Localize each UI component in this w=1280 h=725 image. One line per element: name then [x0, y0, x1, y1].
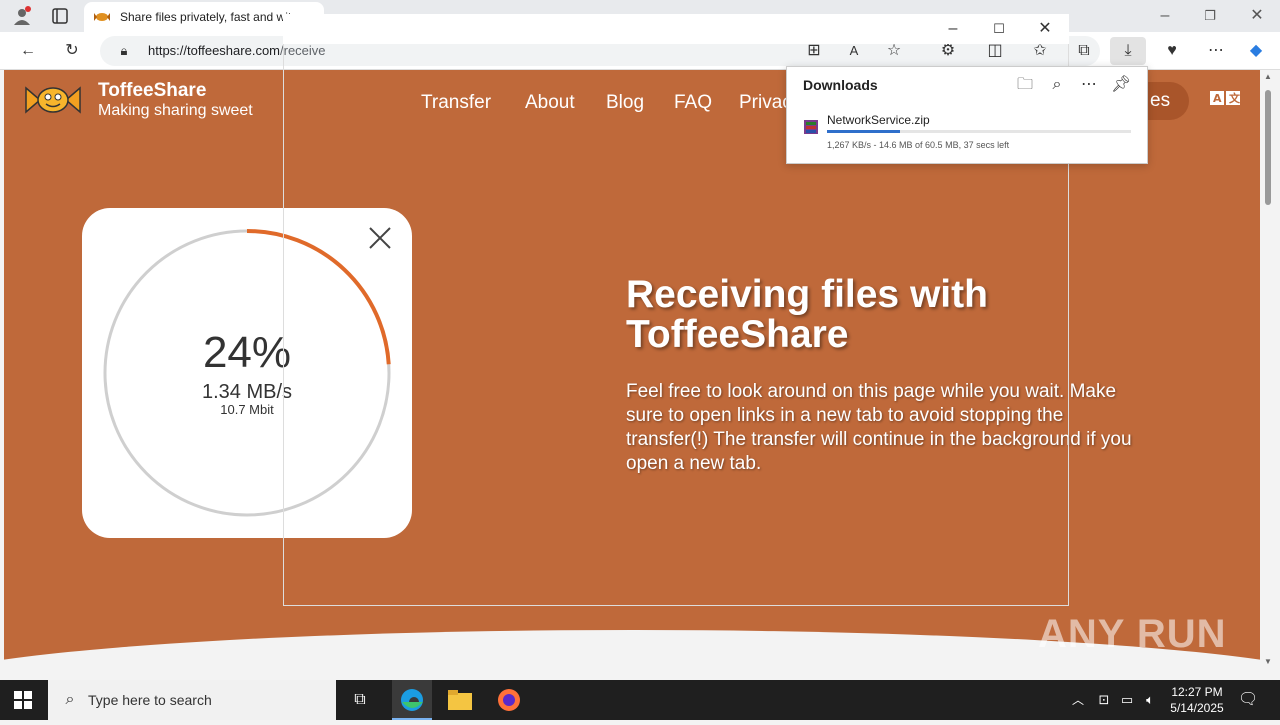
overlay-maximize-icon[interactable]: ☐ [989, 19, 1009, 39]
overlay-minimize-icon[interactable]: – [943, 19, 963, 39]
copilot-icon[interactable]: ◆ [1246, 41, 1266, 61]
scroll-up-icon[interactable]: ▲ [1260, 72, 1276, 92]
downloads-panel: Downloads 🗀︎ ⌕ ⋯ 📌︎ NetworkService.zip 1… [786, 66, 1148, 164]
taskbar-search-placeholder: Type here to search [88, 692, 212, 708]
overlay-close-icon[interactable]: ✕ [1035, 19, 1055, 39]
overlay-window-titlebar: – ☐ ✕ [283, 14, 1069, 44]
site-tagline: Making sharing sweet [98, 102, 253, 119]
zip-file-icon [803, 119, 819, 135]
svg-text:A: A [1213, 92, 1222, 105]
site-name: ToffeeShare [98, 80, 207, 101]
pin-icon[interactable]: 📌︎ [1111, 75, 1131, 95]
scrollbar-thumb[interactable] [1265, 90, 1271, 205]
notifications-icon[interactable]: 🗨︎ [1238, 690, 1258, 710]
site-branding[interactable]: ToffeeShare Making sharing sweet [98, 80, 253, 120]
close-window-icon[interactable]: ✕ [1247, 6, 1267, 26]
file-explorer-icon[interactable] [448, 690, 472, 710]
clock-time: 12:27 PM [1171, 685, 1223, 699]
downloads-header: Downloads [803, 77, 878, 93]
language-icon[interactable]: A文 [1210, 90, 1242, 106]
back-icon[interactable]: ← [18, 41, 38, 61]
lock-icon[interactable]: 🔒︎ [114, 41, 134, 61]
volume-icon[interactable]: 🔈︎ [1140, 690, 1160, 710]
search-downloads-icon[interactable]: ⌕ [1047, 75, 1067, 95]
download-file-name[interactable]: NetworkService.zip [827, 113, 930, 127]
more-icon[interactable]: ⋯ [1206, 41, 1226, 61]
search-icon: ⌕ [65, 691, 75, 708]
task-view-icon[interactable]: ⧉ [350, 690, 370, 710]
download-status: 1,267 KB/s - 14.6 MB of 60.5 MB, 37 secs… [827, 140, 1010, 150]
tab-title: Share files privately, fast and wit [120, 10, 292, 24]
scroll-down-icon[interactable]: ▼ [1260, 657, 1276, 677]
downloads-icon[interactable]: ⤓ [1110, 37, 1146, 65]
network-icon[interactable]: ▭ [1117, 690, 1137, 710]
tray-chevron-icon[interactable]: ︿ [1068, 690, 1088, 710]
windows-start-icon[interactable] [14, 691, 32, 709]
clock-date: 5/14/2025 [1170, 701, 1224, 715]
tab-actions-icon[interactable] [50, 6, 70, 26]
edge-taskbar-icon[interactable] [392, 680, 432, 720]
collections-icon[interactable]: ⧉ [1074, 41, 1094, 61]
firefox-icon[interactable] [497, 688, 521, 712]
toffeeshare-favicon [92, 7, 112, 27]
download-progress-bar [827, 130, 1131, 133]
anyrun-watermark: ANY RUN [1038, 612, 1227, 656]
taskbar: ⌕ Type here to search ⧉ ︿ ⊡ ▭ 🔈︎ 12:27 P… [0, 680, 1280, 720]
profile-icon[interactable] [12, 6, 32, 26]
restore-icon[interactable]: ❐ [1200, 6, 1220, 26]
minimize-icon[interactable]: – [1155, 6, 1175, 26]
toffee-logo-icon[interactable] [22, 80, 84, 120]
taskbar-clock[interactable]: 12:27 PM 5/14/2025 [1162, 684, 1232, 716]
browser-essentials-icon[interactable]: ♥ [1162, 41, 1182, 61]
svg-text:文: 文 [1229, 91, 1241, 105]
taskbar-search[interactable]: ⌕ Type here to search [48, 680, 336, 720]
refresh-icon[interactable]: ↻ [62, 41, 82, 61]
downloads-more-icon[interactable]: ⋯ [1079, 75, 1099, 95]
page-scrollbar[interactable]: ▲ ▼ [1260, 70, 1276, 677]
tray-device-icon[interactable]: ⊡ [1094, 690, 1114, 710]
open-folder-icon[interactable]: 🗀︎ [1015, 75, 1035, 95]
